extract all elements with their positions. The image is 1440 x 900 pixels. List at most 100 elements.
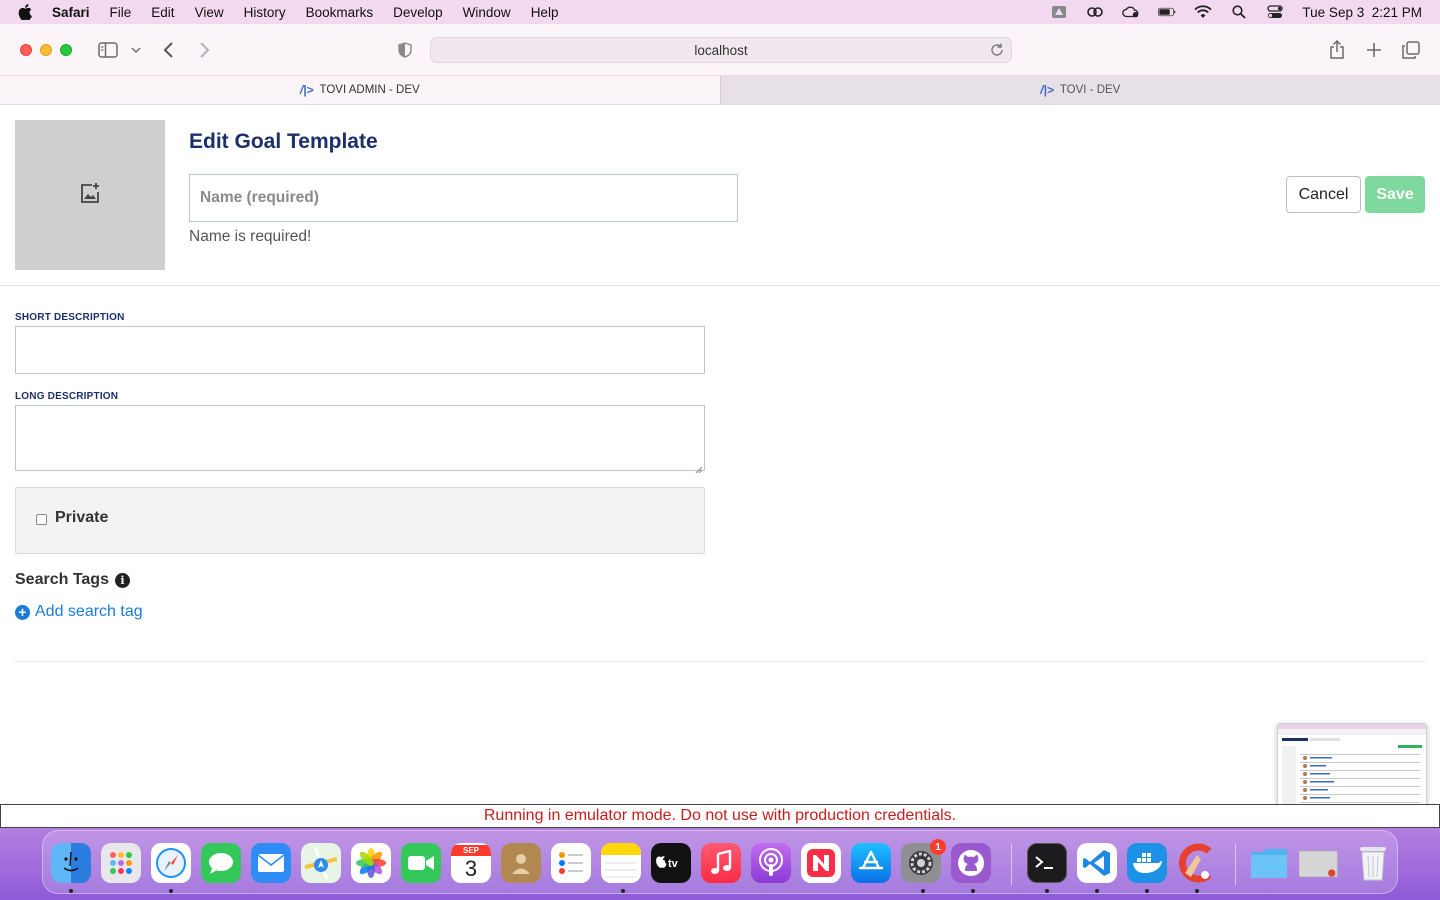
spotlight-search-icon[interactable] <box>1230 5 1248 19</box>
cancel-button[interactable]: Cancel <box>1286 176 1361 213</box>
recent-screenshot-stack-icon[interactable] <box>1299 843 1339 883</box>
menu-view[interactable]: View <box>195 5 224 20</box>
browser-tab-bar: /|> TOVI ADMIN - DEV /|> TOVI - DEV <box>0 76 1440 105</box>
long-description-label: LONG DESCRIPTION <box>15 391 119 402</box>
control-center-icon[interactable] <box>1266 5 1284 19</box>
cloud-sync-icon[interactable] <box>1122 5 1140 19</box>
running-indicator <box>1195 889 1199 893</box>
tovi-favicon-icon: /|> <box>1040 83 1054 97</box>
calendar-month: SEP <box>451 844 491 856</box>
page-title: Edit Goal Template <box>189 130 378 153</box>
trash-icon[interactable] <box>1353 843 1393 883</box>
menu-app-name[interactable]: Safari <box>52 5 90 20</box>
music-icon[interactable] <box>701 843 741 883</box>
forward-icon[interactable] <box>195 39 213 61</box>
short-description-label: SHORT DESCRIPTION <box>15 312 125 323</box>
zoom-window-button[interactable] <box>60 44 72 56</box>
battery-icon[interactable] <box>1158 5 1176 19</box>
drive-status-icon[interactable] <box>1050 5 1068 19</box>
page-content: Edit Goal Template Name is required! Can… <box>0 106 1440 818</box>
news-icon[interactable] <box>801 843 841 883</box>
tovi-favicon-icon: /|> <box>299 83 314 97</box>
back-icon[interactable] <box>160 39 178 61</box>
private-option-panel: Private <box>15 487 705 554</box>
apple-menu-icon[interactable] <box>18 4 38 20</box>
menu-develop[interactable]: Develop <box>393 5 443 20</box>
name-input[interactable] <box>189 174 738 222</box>
running-indicator <box>169 889 173 893</box>
sidebar-toggle-icon[interactable] <box>97 39 119 61</box>
plus-circle-icon: + <box>15 604 30 620</box>
creative-cloud-icon[interactable] <box>1086 5 1104 19</box>
reminders-icon[interactable] <box>551 843 591 883</box>
vscode-icon[interactable] <box>1077 843 1117 883</box>
app-store-icon[interactable] <box>851 843 891 883</box>
wifi-icon[interactable] <box>1194 5 1213 19</box>
calendar-icon[interactable]: SEP 3 <box>451 843 491 883</box>
goal-image-upload[interactable] <box>15 120 165 270</box>
add-search-tag-label: Add search tag <box>35 603 143 620</box>
tab-overview-icon[interactable] <box>1401 39 1421 61</box>
reload-icon[interactable] <box>989 42 1005 58</box>
dock-separator <box>1235 843 1236 885</box>
finder-icon[interactable] <box>51 843 91 883</box>
address-bar[interactable]: localhost <box>430 37 1012 63</box>
messages-icon[interactable] <box>201 843 241 883</box>
tab-tovi-admin-dev[interactable]: /|> TOVI ADMIN - DEV <box>0 76 720 104</box>
info-icon[interactable]: i <box>114 572 130 588</box>
downloads-folder-icon[interactable] <box>1249 843 1289 883</box>
menubar-clock[interactable]: Tue Sep 3 2:21 PM <box>1302 5 1422 20</box>
ccleaner-icon[interactable] <box>1177 843 1217 883</box>
contacts-icon[interactable] <box>501 843 541 883</box>
notification-badge: 1 <box>930 839 946 855</box>
private-checkbox[interactable] <box>36 514 47 525</box>
tab-tovi-dev[interactable]: /|> TOVI - DEV <box>719 76 1440 104</box>
resize-handle-icon[interactable] <box>695 461 703 474</box>
add-photo-icon <box>79 182 101 209</box>
docker-icon[interactable] <box>1127 843 1167 883</box>
new-tab-icon[interactable] <box>1364 39 1384 61</box>
menu-file[interactable]: File <box>110 5 132 20</box>
apple-tv-icon[interactable]: tv <box>651 843 691 883</box>
macos-menu-bar: Safari File Edit View History Bookmarks … <box>0 0 1440 24</box>
svg-text:tv: tv <box>668 858 679 870</box>
privacy-shield-icon[interactable] <box>396 39 414 61</box>
github-desktop-icon[interactable] <box>951 843 991 883</box>
search-tags-label: Search Tags <box>15 571 109 588</box>
menu-help[interactable]: Help <box>531 5 559 20</box>
menu-history[interactable]: History <box>244 5 286 20</box>
notes-icon[interactable] <box>601 843 641 883</box>
share-icon[interactable] <box>1327 39 1347 61</box>
terminal-icon[interactable] <box>1027 843 1067 883</box>
safari-icon[interactable] <box>151 843 191 883</box>
podcasts-icon[interactable] <box>751 843 791 883</box>
footer-divider <box>15 661 1425 662</box>
short-description-input[interactable] <box>15 326 705 374</box>
running-indicator <box>1095 889 1099 893</box>
facetime-icon[interactable] <box>401 843 441 883</box>
private-label[interactable]: Private <box>55 509 108 527</box>
photos-icon[interactable] <box>351 843 391 883</box>
launchpad-icon[interactable] <box>101 843 141 883</box>
running-indicator <box>1045 889 1049 893</box>
save-button[interactable]: Save <box>1365 176 1425 213</box>
tab-label: TOVI ADMIN - DEV <box>319 84 420 96</box>
tab-label: TOVI - DEV <box>1059 84 1121 96</box>
running-indicator <box>621 889 625 893</box>
mail-icon[interactable] <box>251 843 291 883</box>
menu-edit[interactable]: Edit <box>151 5 174 20</box>
minimize-window-button[interactable] <box>40 44 52 56</box>
url-text: localhost <box>694 42 748 58</box>
safari-toolbar: localhost <box>0 24 1440 76</box>
name-error-message: Name is required! <box>189 228 312 245</box>
chevron-down-icon[interactable] <box>130 39 142 61</box>
calendar-day: 3 <box>464 855 478 881</box>
maps-icon[interactable] <box>301 843 341 883</box>
long-description-textarea[interactable] <box>15 405 705 474</box>
menu-bookmarks[interactable]: Bookmarks <box>306 5 374 20</box>
menu-window[interactable]: Window <box>463 5 511 20</box>
macos-dock: SEP 3 tv 1 <box>42 830 1398 894</box>
emulator-warning-text: Running in emulator mode. Do not use wit… <box>483 807 957 824</box>
add-search-tag-link[interactable]: + Add search tag <box>15 603 143 621</box>
close-window-button[interactable] <box>20 44 32 56</box>
